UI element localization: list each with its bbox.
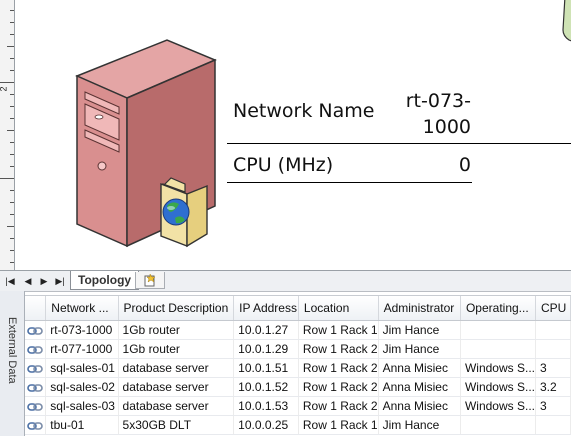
table-row[interactable]: tbu-01 5x30GB DLT 10.0.0.25 Row 1 Rack 1… bbox=[25, 415, 571, 435]
cell-administrator[interactable]: Anna Misiec bbox=[378, 377, 461, 397]
cell-network-name[interactable]: sql-sales-01 bbox=[45, 358, 119, 378]
link-cell bbox=[25, 320, 47, 340]
cell-product-description[interactable]: 5x30GB DLT bbox=[118, 415, 235, 435]
cell-cpu[interactable] bbox=[535, 339, 571, 359]
cell-operating-system[interactable]: Windows S... bbox=[460, 358, 537, 378]
header-location[interactable]: Location bbox=[298, 296, 379, 321]
tab-topology[interactable]: Topology bbox=[70, 271, 140, 290]
header-product-description[interactable]: Product Description bbox=[118, 296, 235, 321]
header-administrator[interactable]: Administrator bbox=[378, 296, 461, 321]
network-name-value: rt-073- 1000 bbox=[377, 88, 471, 140]
cell-location[interactable]: Row 1 Rack 2 bbox=[298, 377, 379, 397]
next-page-icon[interactable]: ▶ bbox=[38, 274, 50, 288]
external-data-title: External Data bbox=[6, 317, 18, 384]
cell-ip-address[interactable]: 10.0.1.51 bbox=[233, 358, 299, 378]
network-name-label: Network Name bbox=[233, 100, 375, 122]
cell-product-description[interactable]: database server bbox=[118, 377, 235, 397]
previous-page-icon[interactable]: ◀ bbox=[22, 274, 34, 288]
cell-location[interactable]: Row 1 Rack 2 bbox=[298, 358, 379, 378]
header-operating-system[interactable]: Operating... bbox=[460, 296, 537, 321]
cpu-value: 0 bbox=[458, 154, 471, 176]
cell-product-description[interactable]: 1Gb router bbox=[118, 339, 235, 359]
header-cpu[interactable]: CPU bbox=[535, 296, 571, 321]
external-data-title-bar[interactable]: External Data bbox=[0, 291, 25, 436]
link-icon bbox=[27, 403, 43, 411]
connector-line[interactable] bbox=[227, 143, 571, 144]
cell-administrator[interactable]: Jim Hance bbox=[378, 415, 461, 435]
cell-cpu[interactable] bbox=[535, 415, 571, 435]
table-row[interactable]: sql-sales-01 database server 10.0.1.51 R… bbox=[25, 358, 571, 378]
cell-ip-address[interactable]: 10.0.1.52 bbox=[233, 377, 299, 397]
table-row[interactable]: rt-077-1000 1Gb router 10.0.1.29 Row 1 R… bbox=[25, 339, 571, 359]
network-name-value-line1: rt-073- bbox=[405, 90, 471, 112]
cell-cpu[interactable]: 3 bbox=[535, 396, 571, 416]
link-icon bbox=[27, 346, 43, 354]
cell-administrator[interactable]: Anna Misiec bbox=[378, 358, 461, 378]
cell-product-description[interactable]: database server bbox=[118, 358, 235, 378]
link-cell bbox=[25, 377, 47, 397]
cell-ip-address[interactable]: 10.0.1.29 bbox=[233, 339, 299, 359]
cell-ip-address[interactable]: 10.0.1.53 bbox=[233, 396, 299, 416]
cell-operating-system[interactable] bbox=[460, 415, 537, 435]
partial-shape[interactable] bbox=[555, 0, 571, 46]
cell-product-description[interactable]: database server bbox=[118, 396, 235, 416]
insert-page-icon bbox=[144, 273, 156, 287]
cpu-label: CPU (MHz) bbox=[233, 154, 334, 176]
cell-ip-address[interactable]: 10.0.0.25 bbox=[233, 415, 299, 435]
data-graphic-divider bbox=[227, 182, 472, 183]
cell-location[interactable]: Row 1 Rack 1 bbox=[298, 415, 379, 435]
cell-network-name[interactable]: sql-sales-02 bbox=[45, 377, 119, 397]
cell-ip-address[interactable]: 10.0.1.27 bbox=[233, 320, 299, 340]
link-icon bbox=[27, 422, 43, 430]
network-name-value-line2: 1000 bbox=[422, 116, 471, 138]
cell-product-description[interactable]: 1Gb router bbox=[118, 320, 235, 340]
table-row[interactable]: sql-sales-03 database server 10.0.1.53 R… bbox=[25, 396, 571, 416]
link-icon bbox=[27, 384, 43, 392]
cell-network-name[interactable]: sql-sales-03 bbox=[45, 396, 119, 416]
link-icon bbox=[27, 327, 43, 335]
cell-administrator[interactable]: Jim Hance bbox=[378, 320, 461, 340]
link-cell bbox=[25, 415, 47, 435]
cell-cpu[interactable]: 3 bbox=[535, 358, 571, 378]
cell-location[interactable]: Row 1 Rack 2 bbox=[298, 396, 379, 416]
header-ip-address[interactable]: IP Address bbox=[233, 296, 299, 321]
insert-page-tab[interactable] bbox=[135, 272, 165, 289]
cell-cpu[interactable] bbox=[535, 320, 571, 340]
link-cell bbox=[25, 358, 47, 378]
link-icon bbox=[27, 365, 43, 373]
cell-operating-system[interactable]: Windows S... bbox=[460, 377, 537, 397]
server-shape[interactable] bbox=[75, 34, 270, 249]
ruler-number: 2 bbox=[0, 86, 9, 91]
link-cell bbox=[25, 396, 47, 416]
external-data-grid[interactable]: Network ... Product Description IP Addre… bbox=[25, 295, 571, 437]
header-icon-column[interactable] bbox=[25, 296, 47, 321]
cell-operating-system[interactable] bbox=[460, 320, 537, 340]
cell-administrator[interactable]: Anna Misiec bbox=[378, 396, 461, 416]
table-row[interactable]: rt-073-1000 1Gb router 10.0.1.27 Row 1 R… bbox=[25, 320, 571, 340]
cell-location[interactable]: Row 1 Rack 1 bbox=[298, 320, 379, 340]
table-row[interactable]: sql-sales-02 database server 10.0.1.52 R… bbox=[25, 377, 571, 397]
cell-network-name[interactable]: rt-077-1000 bbox=[45, 339, 119, 359]
header-network-name[interactable]: Network ... bbox=[45, 296, 119, 321]
vertical-ruler: 2 bbox=[0, 0, 15, 270]
cell-network-name[interactable]: tbu-01 bbox=[45, 415, 119, 435]
cell-network-name[interactable]: rt-073-1000 bbox=[45, 320, 119, 340]
first-page-icon[interactable]: |◀ bbox=[4, 274, 16, 288]
cell-location[interactable]: Row 1 Rack 2 bbox=[298, 339, 379, 359]
drawing-canvas[interactable]: Network Name rt-073- 1000 CPU (MHz) 0 bbox=[15, 0, 571, 270]
grid-header-row: Network ... Product Description IP Addre… bbox=[25, 296, 571, 321]
cell-operating-system[interactable] bbox=[460, 339, 537, 359]
last-page-icon[interactable]: ▶| bbox=[54, 274, 66, 288]
link-cell bbox=[25, 339, 47, 359]
page-tab-bar: |◀ ◀ ▶ ▶| Topology bbox=[0, 270, 571, 292]
cell-administrator[interactable]: Jim Hance bbox=[378, 339, 461, 359]
cell-cpu[interactable]: 3.2 bbox=[535, 377, 571, 397]
cell-operating-system[interactable]: Windows S... bbox=[460, 396, 537, 416]
